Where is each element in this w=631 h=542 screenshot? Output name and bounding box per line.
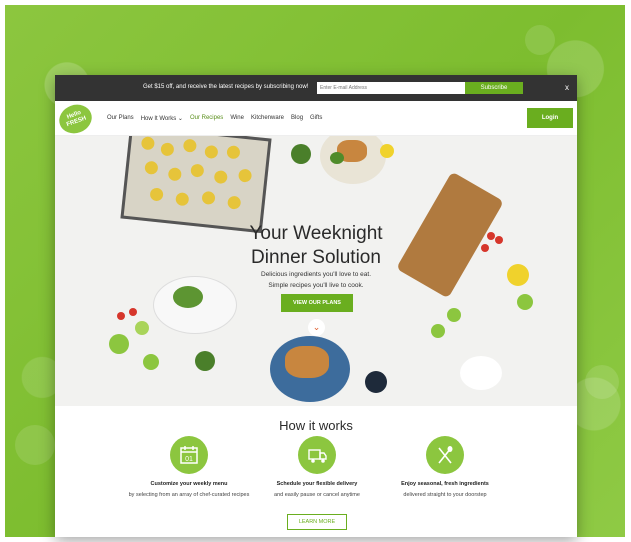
nav-links: Our Plans How It Works ⌄ Our Recipes Win… bbox=[107, 115, 322, 122]
hero-section: Your Weeknight Dinner Solution Delicious… bbox=[55, 136, 577, 406]
nav-link-our-recipes[interactable]: Our Recipes bbox=[190, 115, 223, 122]
hellofresh-logo[interactable]: Hello FRESH bbox=[55, 100, 96, 138]
nav-link-how-it-works[interactable]: How It Works ⌄ bbox=[141, 115, 183, 122]
step-description: delivered straight to your doorstep bbox=[403, 492, 487, 498]
learn-more-button[interactable]: LEARN MORE bbox=[287, 514, 347, 530]
chicken-image bbox=[285, 346, 329, 378]
decor-circle bbox=[525, 25, 555, 55]
promo-text: Get $15 off, and receive the latest reci… bbox=[143, 84, 309, 90]
decor-circle bbox=[15, 425, 55, 465]
svg-text:01: 01 bbox=[185, 456, 193, 463]
close-icon[interactable]: x bbox=[565, 83, 569, 92]
hero-title-line1: Your Weeknight bbox=[249, 223, 383, 244]
step-enjoy: Enjoy seasonal, fresh ingredients delive… bbox=[365, 436, 525, 498]
step-title: Enjoy seasonal, fresh ingredients bbox=[401, 481, 489, 487]
nav-link-blog[interactable]: Blog bbox=[291, 115, 303, 122]
promo-bar: Get $15 off, and receive the latest reci… bbox=[55, 75, 577, 101]
flowers-image bbox=[460, 356, 502, 390]
how-it-works-section: How it works 01 Customize your weekly me… bbox=[55, 406, 577, 537]
delivery-truck-icon bbox=[298, 436, 336, 474]
how-it-works-title: How it works bbox=[279, 418, 353, 433]
chevron-down-icon[interactable]: ⌄ bbox=[308, 319, 325, 336]
hero-subtitle-line2: Simple recipes you'll live to cook. bbox=[268, 282, 364, 289]
main-navigation: Hello FRESH Our Plans How It Works ⌄ Our… bbox=[55, 100, 577, 138]
greens-image bbox=[330, 152, 344, 164]
lemon-image bbox=[380, 144, 394, 158]
view-our-plans-button[interactable]: VIEW OUR PLANS bbox=[281, 294, 353, 312]
login-button[interactable]: Login bbox=[527, 108, 573, 128]
decor-circle bbox=[585, 365, 619, 399]
hero-subtitle-line1: Delicious ingredients you'll love to eat… bbox=[261, 271, 371, 278]
hero-subtitle: Delicious ingredients you'll love to eat… bbox=[55, 269, 577, 291]
fork-spoon-icon bbox=[426, 436, 464, 474]
baking-tray-image bbox=[120, 136, 272, 234]
hero-title-line2: Dinner Solution bbox=[251, 247, 381, 268]
subscribe-button[interactable]: Subscribe bbox=[465, 82, 523, 94]
email-field[interactable] bbox=[317, 82, 465, 94]
nav-link-wine[interactable]: Wine bbox=[230, 115, 244, 122]
nav-link-our-plans[interactable]: Our Plans bbox=[107, 115, 134, 122]
hero-title: Your Weeknight Dinner Solution bbox=[55, 222, 577, 270]
bowl-image bbox=[291, 144, 311, 164]
calendar-icon: 01 bbox=[170, 436, 208, 474]
website-window: Get $15 off, and receive the latest reci… bbox=[55, 75, 577, 537]
nav-link-gifts[interactable]: Gifts bbox=[310, 115, 322, 122]
green-cup-image bbox=[109, 334, 129, 354]
nav-link-kitchenware[interactable]: Kitchenware bbox=[251, 115, 284, 122]
